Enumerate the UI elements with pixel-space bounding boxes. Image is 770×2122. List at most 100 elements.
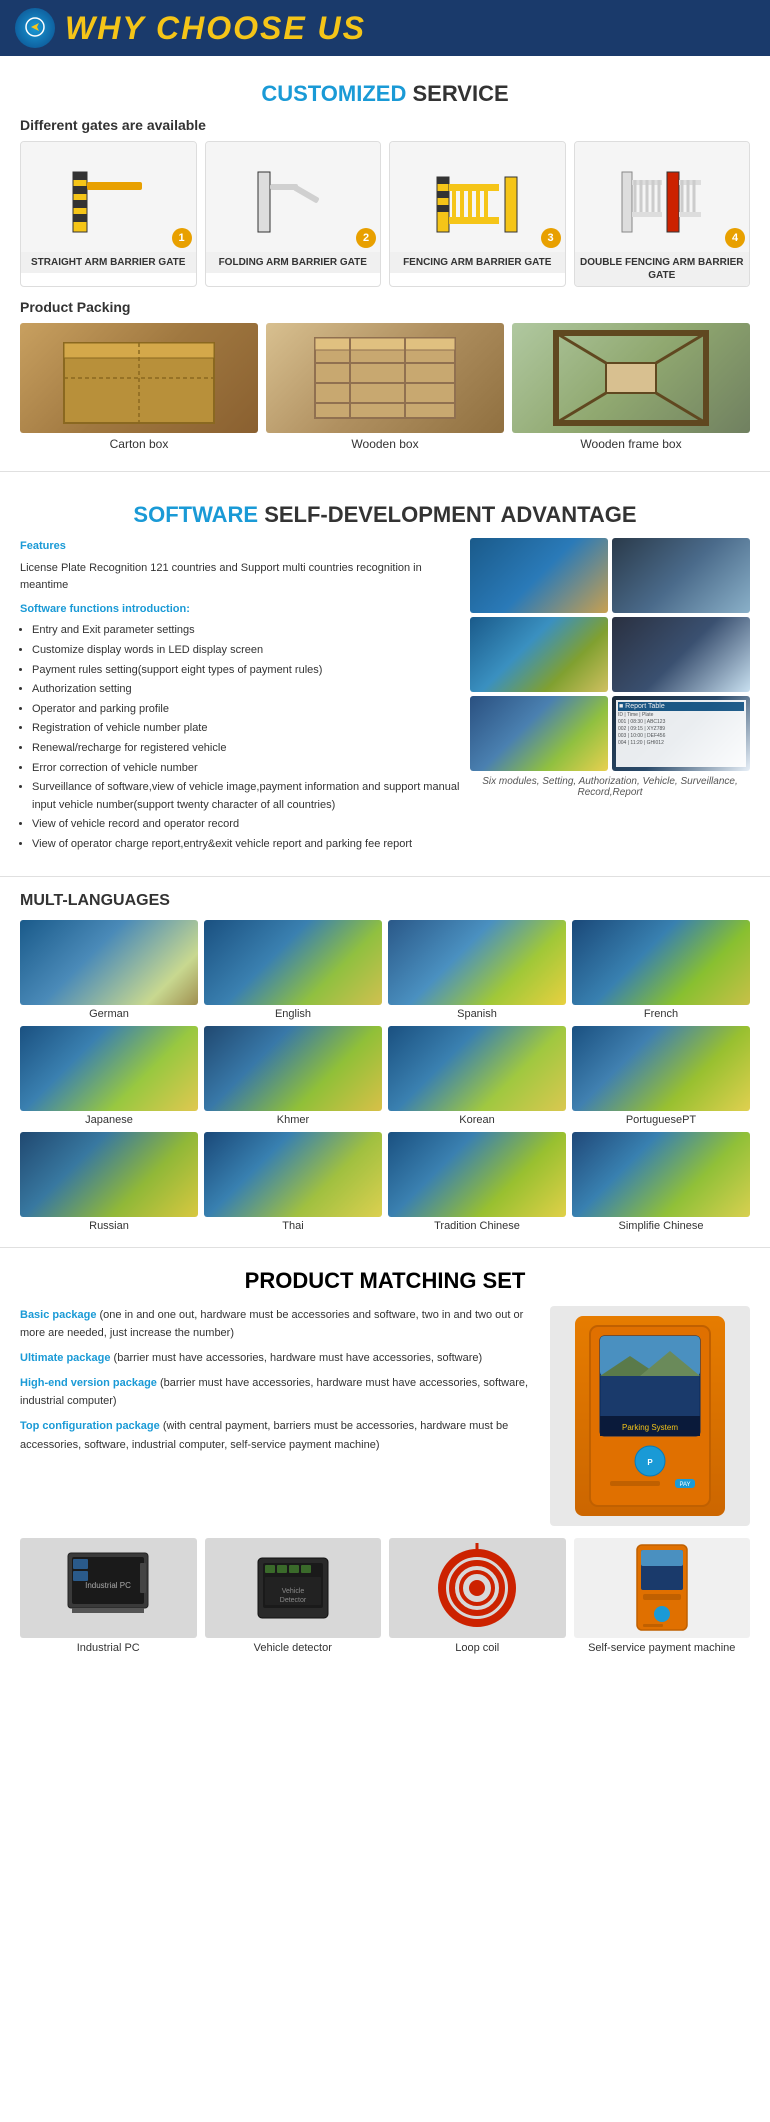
languages-section: MULT-LANGUAGES German English Spanish Fr… xyxy=(0,882,770,1242)
matching-section: PRODUCT MATCHING SET Basic package (one … xyxy=(0,1253,770,1669)
gate-item-4: 4 DOUBLE FENCING ARM BARRIER GATE xyxy=(574,141,751,287)
lang-label-portuguese: PortuguesePT xyxy=(572,1114,750,1126)
gate-label-2: FOLDING ARM BARRIER GATE xyxy=(206,252,381,273)
product-label-payment: Self-service payment machine xyxy=(574,1642,751,1654)
lang-label-khmer: Khmer xyxy=(204,1114,382,1126)
function-item-2: Customize display words in LED display s… xyxy=(32,642,460,660)
lang-item-russian: Russian xyxy=(20,1132,198,1232)
screenshot-1 xyxy=(470,538,608,613)
lang-image-russian xyxy=(20,1132,198,1217)
lang-item-portuguese: PortuguesePT xyxy=(572,1026,750,1126)
machine-visual: Parking System P PAY xyxy=(575,1316,725,1516)
screenshot-3 xyxy=(470,617,608,692)
function-item-7: Renewal/recharge for registered vehicle xyxy=(32,740,460,758)
page-title: WHY CHOOSE US xyxy=(65,10,366,47)
gate-number-2: 2 xyxy=(356,228,376,248)
lang-image-english xyxy=(204,920,382,1005)
lang-label-spanish: Spanish xyxy=(388,1008,566,1020)
gate-item-1: 1 STRAIGHT ARM BARRIER GATE xyxy=(20,141,197,287)
software-section: SOFTWARE SELF-DEVELOPMENT ADVANTAGE Feat… xyxy=(0,477,770,871)
lang-image-portuguese xyxy=(572,1026,750,1111)
header: WHY CHOOSE US xyxy=(0,0,770,56)
function-item-8: Error correction of vehicle number xyxy=(32,760,460,778)
gate-label-1: STRAIGHT ARM BARRIER GATE xyxy=(21,252,196,273)
product-image-pc: Industrial PC xyxy=(20,1538,197,1638)
lang-label-german: German xyxy=(20,1008,198,1020)
gate-label-4: DOUBLE FENCING ARM BARRIER GATE xyxy=(575,252,750,286)
screenshot-caption: Six modules, Setting, Authorization, Veh… xyxy=(470,776,750,798)
packing-item-wooden: Wooden box xyxy=(266,323,504,451)
product-industrial-pc: Industrial PC Industrial PC xyxy=(20,1538,197,1654)
lang-label-japanese: Japanese xyxy=(20,1114,198,1126)
lang-image-german xyxy=(20,920,198,1005)
packing-item-frame: Wooden frame box xyxy=(512,323,750,451)
function-item-9: Surveillance of software,view of vehicle… xyxy=(32,779,460,814)
packing-image-carton xyxy=(20,323,258,433)
logo xyxy=(15,8,55,48)
payment-machine-image: Parking System P PAY xyxy=(550,1306,750,1526)
lang-image-thai xyxy=(204,1132,382,1217)
lang-item-english: English xyxy=(204,920,382,1020)
product-payment-machine: Self-service payment machine xyxy=(574,1538,751,1654)
lang-item-french: French xyxy=(572,920,750,1020)
ultimate-package: Ultimate package (barrier must have acce… xyxy=(20,1349,538,1368)
lang-item-tradition-chinese: Tradition Chinese xyxy=(388,1132,566,1232)
packing-label-carton: Carton box xyxy=(20,437,258,451)
lang-item-korean: Korean xyxy=(388,1026,566,1126)
gate-number-1: 1 xyxy=(172,228,192,248)
packing-label-frame: Wooden frame box xyxy=(512,437,750,451)
intro-label: Software functions introduction: xyxy=(20,601,460,619)
function-item-6: Registration of vehicle number plate xyxy=(32,720,460,738)
product-vehicle-detector: Vehicle Detector Vehicle detector xyxy=(205,1538,382,1654)
product-label-coil: Loop coil xyxy=(389,1642,566,1654)
matching-content: Basic package (one in and one out, hardw… xyxy=(20,1306,750,1526)
function-item-4: Authorization setting xyxy=(32,681,460,699)
gate-image-4: 4 xyxy=(575,142,750,252)
lang-item-thai: Thai xyxy=(204,1132,382,1232)
products-grid: Industrial PC Industrial PC Vehicle xyxy=(20,1538,750,1654)
lang-image-french xyxy=(572,920,750,1005)
product-loop-coil: Loop coil xyxy=(389,1538,566,1654)
software-content: Features License Plate Recognition 121 c… xyxy=(20,538,750,856)
screenshot-2 xyxy=(612,538,750,613)
product-label-detector: Vehicle detector xyxy=(205,1642,382,1654)
product-label-pc: Industrial PC xyxy=(20,1642,197,1654)
product-image-coil xyxy=(389,1538,566,1638)
svg-text:Industrial PC: Industrial PC xyxy=(85,1581,131,1590)
function-item-5: Operator and parking profile xyxy=(32,701,460,719)
features-label: Features xyxy=(20,538,460,556)
lang-label-korean: Korean xyxy=(388,1114,566,1126)
lang-label-simplifie-chinese: Simplifie Chinese xyxy=(572,1220,750,1232)
function-item-10: View of vehicle record and operator reco… xyxy=(32,816,460,834)
languages-grid: German English Spanish French Japanese K… xyxy=(20,920,750,1232)
software-screenshots: ■ Report Table ID | Time | Plate 001 | 0… xyxy=(470,538,750,856)
svg-text:Detector: Detector xyxy=(280,1597,307,1604)
gates-grid: 1 STRAIGHT ARM BARRIER GATE 2 FOLDING AR… xyxy=(20,141,750,287)
svg-text:Parking System: Parking System xyxy=(622,1423,678,1432)
matching-title: PRODUCT MATCHING SET xyxy=(20,1268,750,1294)
software-text: Features License Plate Recognition 121 c… xyxy=(20,538,460,856)
function-item-11: View of operator charge report,entry&exi… xyxy=(32,836,460,854)
svg-text:Vehicle: Vehicle xyxy=(281,1588,304,1595)
screenshot-grid: ■ Report Table ID | Time | Plate 001 | 0… xyxy=(470,538,750,771)
lang-image-khmer xyxy=(204,1026,382,1111)
lang-label-thai: Thai xyxy=(204,1220,382,1232)
lang-image-japanese xyxy=(20,1026,198,1111)
gate-number-3: 3 xyxy=(541,228,561,248)
packing-grid: Carton box Wooden box xyxy=(20,323,750,451)
features-description: License Plate Recognition 121 countries … xyxy=(20,560,460,595)
packing-item-carton: Carton box xyxy=(20,323,258,451)
lang-image-tradition-chinese xyxy=(388,1132,566,1217)
product-image-detector: Vehicle Detector xyxy=(205,1538,382,1638)
functions-list: Entry and Exit parameter settings Custom… xyxy=(20,622,460,853)
lang-image-simplifie-chinese xyxy=(572,1132,750,1217)
gates-header: Different gates are available xyxy=(20,117,750,133)
lang-label-french: French xyxy=(572,1008,750,1020)
function-item-3: Payment rules setting(support eight type… xyxy=(32,662,460,680)
screenshot-6: ■ Report Table ID | Time | Plate 001 | 0… xyxy=(612,696,750,771)
customized-title: CUSTOMIZED SERVICE xyxy=(20,81,750,107)
gate-image-3: 3 xyxy=(390,142,565,252)
lang-item-japanese: Japanese xyxy=(20,1026,198,1126)
lang-item-german: German xyxy=(20,920,198,1020)
lang-item-spanish: Spanish xyxy=(388,920,566,1020)
